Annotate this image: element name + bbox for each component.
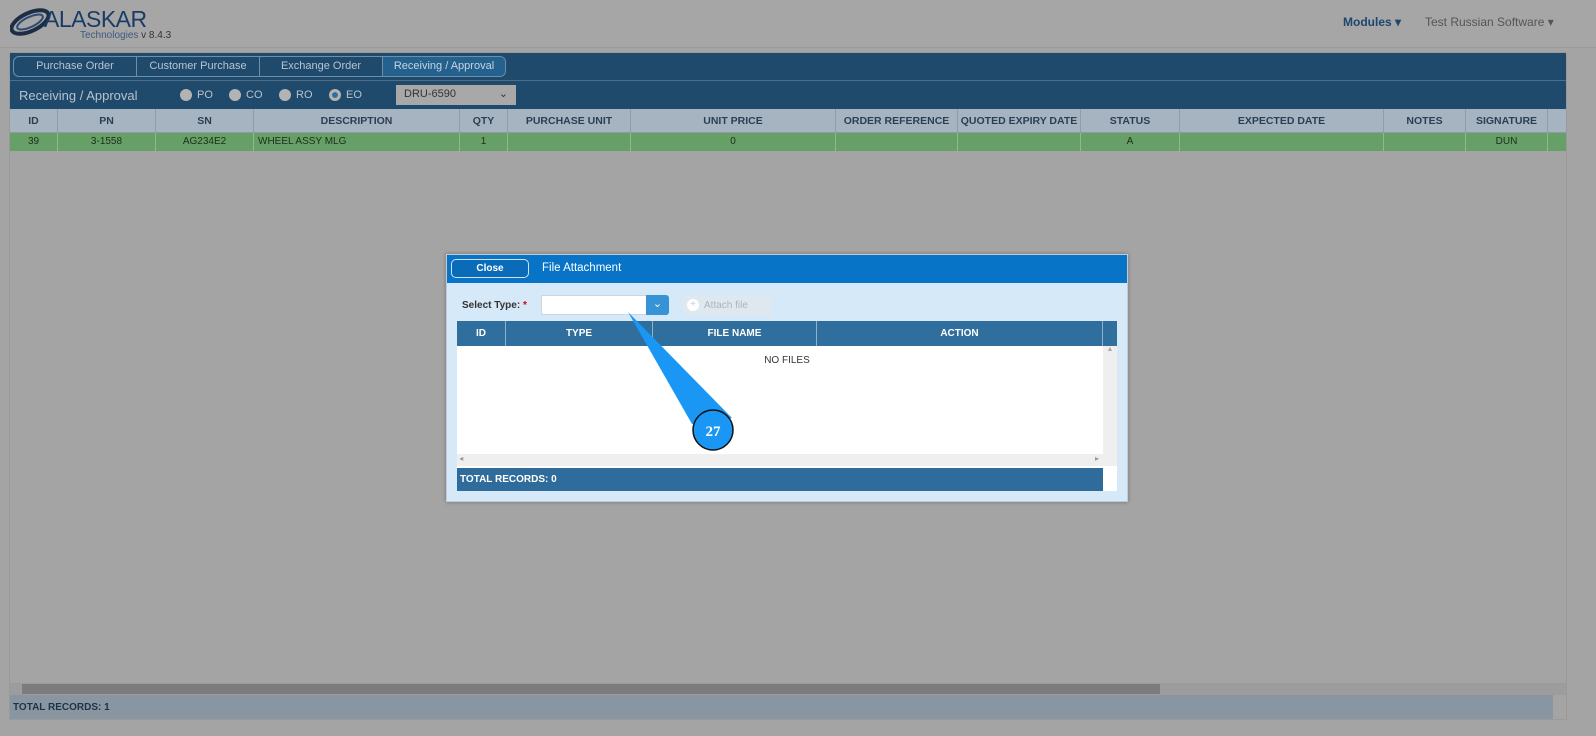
tab-customer-purchase-order[interactable]: Customer Purchase Order xyxy=(137,57,260,76)
table-cell xyxy=(958,133,1081,151)
logo-sub: Technologies xyxy=(80,30,139,41)
select-type-input[interactable] xyxy=(541,295,647,315)
required-mark: * xyxy=(522,300,527,311)
top-bar: ALASKAR Technologies v 8.4.3 Modules ▾ T… xyxy=(0,0,1596,48)
column-header[interactable]: UNIT PRICE xyxy=(631,109,836,132)
col-action[interactable]: ACTION xyxy=(817,321,1103,346)
grid-header: ID PN SN DESCRIPTION QTY PURCHASE UNIT UNIT PR… xyxy=(10,109,1566,133)
attach-file-button[interactable]: + Attach file xyxy=(683,295,771,315)
grid-body: 39 3-1558 AG234E2 WHEEL ASSY MLG 1 0 A DUN xyxy=(10,133,1566,151)
column-header[interactable]: ID xyxy=(10,109,58,132)
table-cell: WHEEL ASSY MLG xyxy=(254,133,460,151)
file-attachment-dialog: Close File Attachment Select Type: * ⌄ +… xyxy=(446,254,1128,502)
filter-bar: Receiving / Approval PO CO RO EO DRU-659… xyxy=(10,81,1566,109)
table-cell xyxy=(508,133,631,151)
logo-subtitle: Technologies v 8.4.3 xyxy=(80,30,171,41)
total-records: TOTAL RECORDS: 1 xyxy=(10,695,1553,719)
column-header[interactable]: PN xyxy=(58,109,156,132)
table-cell xyxy=(1384,133,1466,151)
files-grid: ID TYPE FILE NAME ACTION NO FILES ◂ ▸ ▲ T… xyxy=(457,321,1117,491)
section-title: Receiving / Approval xyxy=(19,88,138,103)
table-cell xyxy=(1180,133,1384,151)
table-row[interactable]: 39 3-1558 AG234E2 WHEEL ASSY MLG 1 0 A DUN xyxy=(10,133,1566,151)
radio-label: PO xyxy=(197,89,213,101)
column-header[interactable]: QTY xyxy=(460,109,508,132)
column-header[interactable]: SIGNATURE xyxy=(1466,109,1548,132)
label-text: Select Type: xyxy=(462,300,521,311)
version: v 8.4.3 xyxy=(141,30,172,41)
radio-eo[interactable]: EO xyxy=(329,89,362,101)
empty-message: NO FILES xyxy=(764,355,810,366)
radio-co[interactable]: CO xyxy=(229,89,263,101)
table-cell: DUN xyxy=(1466,133,1548,151)
radio-circle-selected xyxy=(329,89,341,101)
order-select[interactable]: DRU-6590 ⌄ xyxy=(396,85,516,105)
files-grid-header: ID TYPE FILE NAME ACTION xyxy=(457,321,1117,346)
tab-purchase-order[interactable]: Purchase Order xyxy=(14,57,137,76)
select-type-label: Select Type: * xyxy=(462,300,527,311)
order-value: DRU-6590 xyxy=(404,88,456,100)
logo-text: ALASKAR xyxy=(44,6,147,32)
column-header[interactable]: NOTES xyxy=(1384,109,1466,132)
radio-po[interactable]: PO xyxy=(180,89,213,101)
modules-menu[interactable]: Modules ▾ xyxy=(1343,15,1401,29)
attach-label: Attach file xyxy=(704,299,748,311)
radio-ro[interactable]: RO xyxy=(279,89,313,101)
table-cell: AG234E2 xyxy=(156,133,254,151)
dialog-title: File Attachment xyxy=(542,262,622,274)
files-total-records: TOTAL RECORDS: 0 xyxy=(457,468,1103,491)
user-menu[interactable]: Test Russian Software ▾ xyxy=(1425,15,1554,29)
column-header[interactable]: STATUS xyxy=(1081,109,1180,132)
table-cell xyxy=(836,133,958,151)
scroll-thumb[interactable] xyxy=(22,684,1160,694)
dialog-header: Close File Attachment xyxy=(447,255,1127,283)
plus-icon: + xyxy=(687,299,699,311)
close-button[interactable]: Close xyxy=(451,259,529,278)
column-header[interactable]: QUOTED EXPIRY DATE xyxy=(958,109,1081,132)
files-horizontal-scrollbar[interactable]: ◂ ▸ xyxy=(457,454,1103,466)
radio-label: CO xyxy=(246,89,263,101)
radio-circle xyxy=(180,89,192,101)
table-cell: A xyxy=(1081,133,1180,151)
table-cell: 1 xyxy=(460,133,508,151)
tab-bar: Purchase Order Customer Purchase Order E… xyxy=(10,53,1566,81)
chevron-down-icon: ⌄ xyxy=(498,88,508,100)
files-vertical-scrollbar[interactable]: ▲ xyxy=(1103,346,1117,466)
table-cell: 3-1558 xyxy=(58,133,156,151)
tab-exchange-order[interactable]: Exchange Order xyxy=(260,57,383,76)
table-cell: 0 xyxy=(631,133,836,151)
radio-circle xyxy=(279,89,291,101)
column-header[interactable]: DESCRIPTION xyxy=(254,109,460,132)
horizontal-scrollbar[interactable] xyxy=(10,683,1566,695)
radio-circle xyxy=(229,89,241,101)
chevron-down-icon[interactable]: ⌄ xyxy=(646,295,669,315)
table-cell: 39 xyxy=(10,133,58,151)
column-header[interactable]: EXPECTED DATE xyxy=(1180,109,1384,132)
radio-label: RO xyxy=(296,89,313,101)
column-header[interactable]: ORDER REFERENCE xyxy=(836,109,958,132)
radio-label: EO xyxy=(346,89,362,101)
tab-receiving-approval[interactable]: Receiving / Approval xyxy=(383,57,505,76)
col-id[interactable]: ID xyxy=(457,321,506,346)
col-file-name[interactable]: FILE NAME xyxy=(653,321,817,346)
column-header[interactable]: PURCHASE UNIT xyxy=(508,109,631,132)
column-header[interactable]: SN xyxy=(156,109,254,132)
col-type[interactable]: TYPE xyxy=(506,321,653,346)
